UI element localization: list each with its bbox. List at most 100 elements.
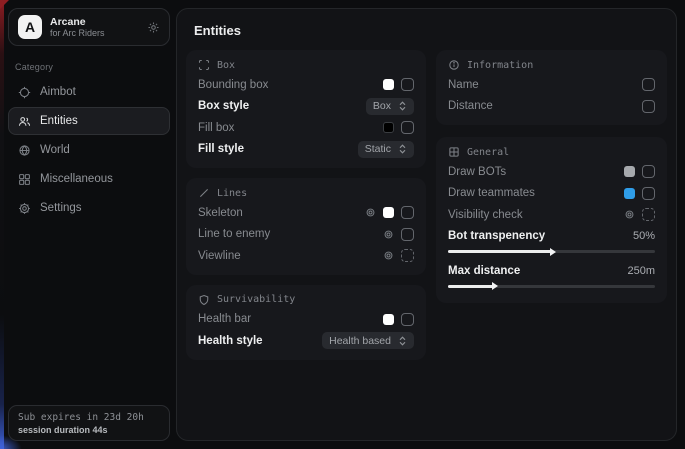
row-label: Health bar bbox=[198, 313, 251, 325]
subscription-box: Sub expires in 23d 20h session duration … bbox=[8, 405, 170, 441]
fill-box-color-swatch[interactable] bbox=[383, 122, 394, 133]
bot-transparency-value: 50% bbox=[633, 230, 655, 242]
fill-box-checkbox[interactable] bbox=[401, 121, 414, 134]
survivability-icon bbox=[198, 294, 210, 306]
row-bounding-box: Bounding box bbox=[198, 74, 414, 96]
row-bot-transparency: Bot transpenency 50% bbox=[448, 226, 655, 248]
main-panel: Entities Box Bounding box bbox=[176, 8, 677, 441]
sidebar-item-settings[interactable]: Settings bbox=[8, 194, 170, 222]
app-tagline: for Arc Riders bbox=[50, 28, 139, 38]
visibility-check-settings-gear-icon[interactable] bbox=[624, 209, 635, 220]
skeleton-color-swatch[interactable] bbox=[383, 207, 394, 218]
row-label: Fill box bbox=[198, 122, 234, 134]
card-title: Lines bbox=[217, 188, 247, 199]
card-general: General Draw BOTs Draw teammates bbox=[436, 137, 667, 303]
health-bar-color-swatch[interactable] bbox=[383, 314, 394, 325]
row-line-to-enemy: Line to enemy bbox=[198, 224, 414, 246]
dropdown-value: Health based bbox=[329, 335, 391, 347]
session-duration-text: session duration 44s bbox=[18, 425, 160, 435]
information-icon bbox=[448, 59, 460, 71]
left-column: Box Bounding box Box style Box bbox=[186, 50, 426, 360]
row-label: Skeleton bbox=[198, 207, 243, 219]
draw-bots-checkbox[interactable] bbox=[642, 165, 655, 178]
card-box: Box Bounding box Box style Box bbox=[186, 50, 426, 168]
card-title: Box bbox=[217, 60, 235, 71]
card-information: Information Name Distance bbox=[436, 50, 667, 125]
row-draw-teammates: Draw teammates bbox=[448, 183, 655, 205]
row-fill-box: Fill box bbox=[198, 117, 414, 139]
bounding-box-checkbox[interactable] bbox=[401, 78, 414, 91]
right-column: Information Name Distance bbox=[436, 50, 667, 303]
draw-bots-color-swatch[interactable] bbox=[624, 166, 635, 177]
health-style-dropdown[interactable]: Health based bbox=[322, 332, 414, 349]
row-health-style: Health style Health based bbox=[198, 330, 414, 352]
sidebar-item-aimbot[interactable]: Aimbot bbox=[8, 78, 170, 106]
chevron-up-down-icon bbox=[398, 336, 407, 346]
skeleton-settings-gear-icon[interactable] bbox=[365, 207, 376, 218]
row-label: Fill style bbox=[198, 143, 244, 155]
page-title: Entities bbox=[194, 23, 667, 38]
game-background-edge bbox=[0, 0, 4, 449]
draw-teammates-checkbox[interactable] bbox=[642, 187, 655, 200]
arcane-menu-window: A Arcane for Arc Riders Category Aimbot bbox=[0, 0, 685, 449]
sidebar-item-label: Settings bbox=[40, 202, 82, 214]
row-label: Visibility check bbox=[448, 209, 523, 221]
row-label: Name bbox=[448, 79, 479, 91]
line-icon bbox=[198, 187, 210, 199]
app-header: A Arcane for Arc Riders bbox=[8, 8, 170, 46]
header-gear-icon[interactable] bbox=[147, 21, 160, 34]
line-to-enemy-checkbox[interactable] bbox=[401, 228, 414, 241]
sidebar-item-world[interactable]: World bbox=[8, 136, 170, 164]
draw-teammates-color-swatch[interactable] bbox=[624, 188, 635, 199]
row-max-distance: Max distance 250m bbox=[448, 260, 655, 282]
row-distance: Distance bbox=[448, 96, 655, 118]
fill-style-dropdown[interactable]: Static bbox=[358, 141, 414, 158]
health-bar-checkbox[interactable] bbox=[401, 313, 414, 326]
crosshair-icon bbox=[18, 86, 31, 99]
row-name: Name bbox=[448, 74, 655, 96]
row-visibility-check: Visibility check bbox=[448, 204, 655, 226]
row-draw-bots: Draw BOTs bbox=[448, 161, 655, 183]
name-checkbox[interactable] bbox=[642, 78, 655, 91]
sidebar: A Arcane for Arc Riders Category Aimbot bbox=[8, 8, 170, 441]
entities-icon bbox=[18, 115, 31, 128]
sidebar-item-label: World bbox=[40, 144, 70, 156]
gear-icon bbox=[18, 202, 31, 215]
bot-transparency-slider[interactable] bbox=[448, 250, 655, 253]
grid-squares-icon bbox=[18, 173, 31, 186]
dropdown-value: Static bbox=[365, 143, 391, 155]
globe-icon bbox=[18, 144, 31, 157]
category-label: Category bbox=[15, 62, 170, 72]
card-title: Information bbox=[467, 60, 533, 71]
row-viewline: Viewline bbox=[198, 245, 414, 267]
slider-fill bbox=[448, 250, 552, 253]
app-name: Arcane bbox=[50, 16, 139, 28]
sidebar-item-miscellaneous[interactable]: Miscellaneous bbox=[8, 165, 170, 193]
row-label: Bounding box bbox=[198, 79, 268, 91]
row-skeleton: Skeleton bbox=[198, 202, 414, 224]
row-label: Bot transpenency bbox=[448, 230, 545, 242]
viewline-checkbox[interactable] bbox=[401, 249, 414, 262]
bounding-box-color-swatch[interactable] bbox=[383, 79, 394, 90]
row-fill-style: Fill style Static bbox=[198, 139, 414, 161]
card-title: General bbox=[467, 147, 509, 158]
sidebar-nav: Aimbot Entities World bbox=[8, 78, 170, 222]
general-grid-icon bbox=[448, 146, 460, 158]
visibility-check-checkbox[interactable] bbox=[642, 208, 655, 221]
chevron-up-down-icon bbox=[398, 144, 407, 154]
sidebar-item-label: Aimbot bbox=[40, 86, 76, 98]
max-distance-slider[interactable] bbox=[448, 285, 655, 288]
distance-checkbox[interactable] bbox=[642, 100, 655, 113]
row-label: Viewline bbox=[198, 250, 241, 262]
chevron-up-down-icon bbox=[398, 101, 407, 111]
row-health-bar: Health bar bbox=[198, 309, 414, 331]
line-to-enemy-settings-gear-icon[interactable] bbox=[383, 229, 394, 240]
viewline-settings-gear-icon[interactable] bbox=[383, 250, 394, 261]
box-style-dropdown[interactable]: Box bbox=[366, 98, 414, 115]
slider-fill bbox=[448, 285, 494, 288]
sidebar-item-label: Miscellaneous bbox=[40, 173, 113, 185]
sidebar-item-entities[interactable]: Entities bbox=[8, 107, 170, 135]
row-label: Draw teammates bbox=[448, 187, 535, 199]
skeleton-checkbox[interactable] bbox=[401, 206, 414, 219]
row-label: Draw BOTs bbox=[448, 166, 506, 178]
